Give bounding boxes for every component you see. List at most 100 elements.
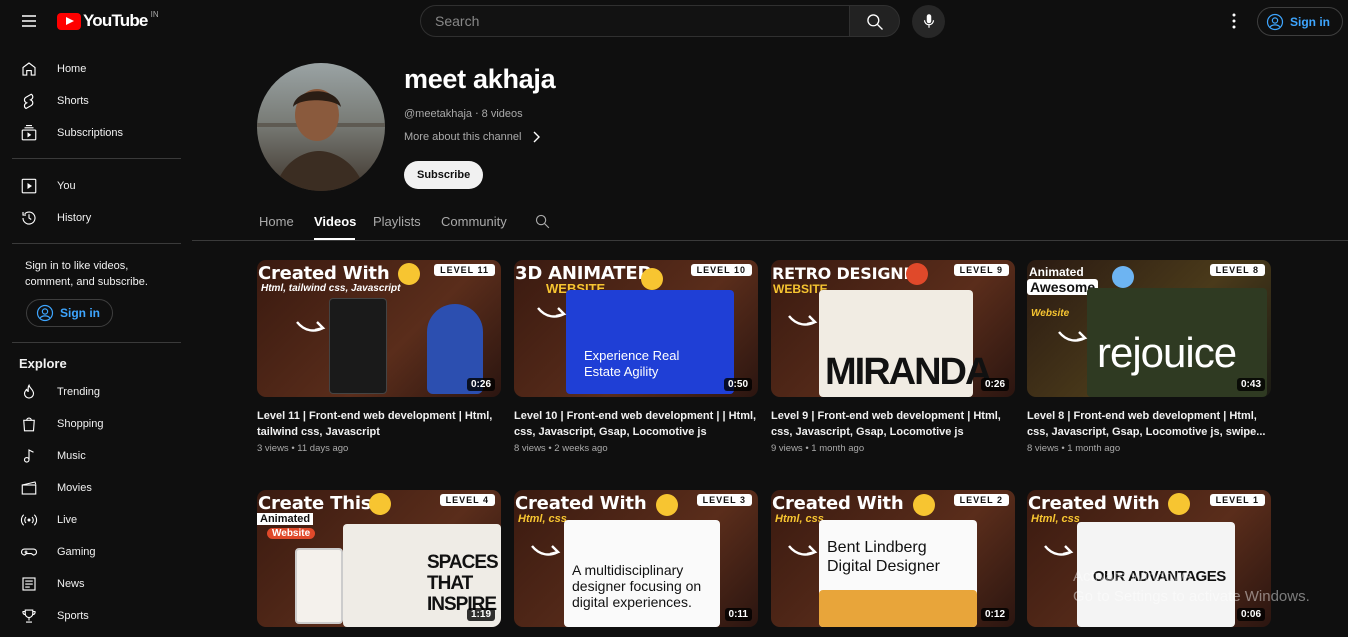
arrow-icon — [1058, 331, 1088, 342]
subscribe-button[interactable]: Subscribe — [404, 161, 484, 189]
you-icon — [12, 177, 44, 195]
level-badge: LEVEL 2 — [953, 494, 1009, 506]
tab-community[interactable]: Community — [441, 214, 507, 229]
video-thumbnail[interactable]: Animated Awesome Website LEVEL 8 rejouic… — [1027, 260, 1271, 397]
emoji-icon — [641, 268, 663, 290]
trending-icon — [12, 383, 44, 401]
news-icon — [12, 575, 44, 593]
arrow-icon — [788, 315, 818, 326]
video-duration: 0:26 — [980, 378, 1009, 391]
video-card[interactable]: Created With Html, tailwind css, Javascr… — [257, 260, 501, 454]
video-thumbnail[interactable]: Created With Html, css LEVEL 2 Bent Lind… — [771, 490, 1015, 627]
video-thumbnail[interactable]: RETRO DESIGNE WEBSITE LEVEL 9 MIRANDA 0:… — [771, 260, 1015, 397]
sidebar-divider — [12, 243, 181, 244]
gaming-icon — [12, 543, 44, 561]
sidebar-item-home[interactable]: Home — [12, 53, 180, 85]
sidebar-item-label: Subscriptions — [57, 127, 124, 139]
channel-meta: @meetakhaja ‧ 8 videos — [404, 108, 523, 120]
emoji-icon — [369, 493, 391, 515]
emoji-icon — [1168, 493, 1190, 515]
top-bar: YouTube IN Sign in — [0, 0, 1348, 42]
sidebar-item-label: Music — [57, 450, 86, 462]
voice-search-button[interactable] — [912, 5, 945, 38]
sidebar-item-gaming[interactable]: Gaming — [12, 536, 180, 568]
sidebar-item-movies[interactable]: Movies — [12, 472, 180, 504]
active-tab-indicator — [314, 238, 355, 240]
emoji-icon — [656, 494, 678, 516]
video-card[interactable]: RETRO DESIGNE WEBSITE LEVEL 9 MIRANDA 0:… — [771, 260, 1015, 454]
video-title[interactable]: Level 9 | Front-end web development | Ht… — [771, 408, 1015, 440]
video-card[interactable]: Created With Html, css LEVEL 3 A multidi… — [514, 490, 758, 627]
mockup-headline: SPACES THAT INSPIRE — [427, 552, 499, 615]
sidebar-item-label: Live — [57, 514, 78, 526]
mockup-headline: A multidisciplinary designer focusing on… — [572, 562, 702, 610]
sidebar-item-sports[interactable]: Sports — [12, 600, 180, 632]
level-badge: LEVEL 1 — [1209, 494, 1265, 506]
video-title[interactable]: Level 8 | Front-end web development | Ht… — [1027, 408, 1271, 440]
video-duration: 0:11 — [724, 608, 752, 621]
sidebar-item-you[interactable]: You — [12, 170, 180, 202]
thumbnail-subheading: Html, css — [1031, 513, 1080, 525]
sidebar-item-news[interactable]: News — [12, 568, 180, 600]
emoji-icon — [398, 263, 420, 285]
sidebar-item-shopping[interactable]: Shopping — [12, 408, 180, 440]
level-badge: LEVEL 11 — [434, 264, 495, 276]
video-thumbnail[interactable]: Create This Animated Website LEVEL 4 SPA… — [257, 490, 501, 627]
mockup-banner — [819, 590, 977, 627]
about-channel-link[interactable]: More about this channel — [404, 131, 541, 143]
sidebar-item-label: Gaming — [57, 546, 96, 558]
video-card[interactable]: Create This Animated Website LEVEL 4 SPA… — [257, 490, 501, 627]
video-title[interactable]: Level 11 | Front-end web development | H… — [257, 408, 501, 440]
live-icon — [12, 511, 44, 529]
channel-name: meet akhaja — [404, 64, 556, 94]
video-card[interactable]: Created With Html, css LEVEL 2 Bent Lind… — [771, 490, 1015, 627]
signin-button[interactable]: Sign in — [1257, 7, 1343, 36]
tab-search-icon[interactable] — [534, 213, 551, 230]
level-badge: LEVEL 3 — [696, 494, 752, 506]
video-duration: 0:26 — [466, 378, 495, 391]
menu-icon[interactable] — [17, 9, 41, 33]
sidebar-signin-button[interactable]: Sign in — [26, 299, 113, 327]
sidebar-item-trending[interactable]: Trending — [12, 376, 180, 408]
sidebar-item-label: Sports — [57, 610, 89, 622]
account-icon — [36, 304, 54, 322]
video-title[interactable]: Level 10 | Front-end web development | |… — [514, 408, 758, 440]
search-input[interactable] — [421, 6, 849, 36]
more-options-icon[interactable] — [1222, 9, 1246, 33]
video-duration: 0:43 — [1236, 378, 1265, 391]
sidebar-divider — [12, 158, 181, 159]
thumbnail-heading: Created With — [1028, 493, 1160, 514]
video-card[interactable]: 3D ANIMATED WEBSITE LEVEL 10 Experience … — [514, 260, 758, 454]
shopping-icon — [12, 415, 44, 433]
sidebar-item-label: History — [57, 212, 92, 224]
video-thumbnail[interactable]: Created With Html, css LEVEL 3 A multidi… — [514, 490, 758, 627]
sidebar-item-live[interactable]: Live — [12, 504, 180, 536]
thumbnail-heading: RETRO DESIGNE — [772, 264, 915, 283]
emoji-icon — [1112, 266, 1134, 288]
video-thumbnail[interactable]: Created With Html, tailwind css, Javascr… — [257, 260, 501, 397]
sidebar-item-label: Trending — [57, 386, 101, 398]
sidebar-item-subscriptions[interactable]: Subscriptions — [12, 117, 180, 149]
search-button[interactable] — [849, 5, 900, 37]
sidebar-item-shorts[interactable]: Shorts — [12, 85, 180, 117]
video-thumbnail[interactable]: 3D ANIMATED WEBSITE LEVEL 10 Experience … — [514, 260, 758, 397]
tab-home[interactable]: Home — [259, 214, 294, 229]
about-channel-label: More about this channel — [404, 131, 522, 143]
music-icon — [12, 447, 44, 465]
video-duration: 0:12 — [980, 608, 1009, 621]
video-meta: 8 views • 2 weeks ago — [514, 443, 608, 454]
tab-videos[interactable]: Videos — [314, 214, 356, 229]
emoji-icon — [913, 494, 935, 516]
mockup-headline: Experience Real Estate Agility — [584, 348, 680, 379]
search-box — [420, 5, 850, 37]
sidebar-item-label: Shopping — [57, 418, 104, 430]
video-card[interactable]: Animated Awesome Website LEVEL 8 rejouic… — [1027, 260, 1271, 454]
sidebar-divider — [12, 342, 181, 343]
sidebar-item-history[interactable]: History — [12, 202, 180, 234]
thumbnail-heading: Created With — [772, 493, 904, 514]
tab-playlists[interactable]: Playlists — [373, 214, 421, 229]
mic-icon — [923, 14, 934, 28]
sidebar-item-music[interactable]: Music — [12, 440, 180, 472]
youtube-logo[interactable]: YouTube IN — [57, 10, 159, 31]
thumbnail-subheading: Html, css — [775, 513, 824, 525]
